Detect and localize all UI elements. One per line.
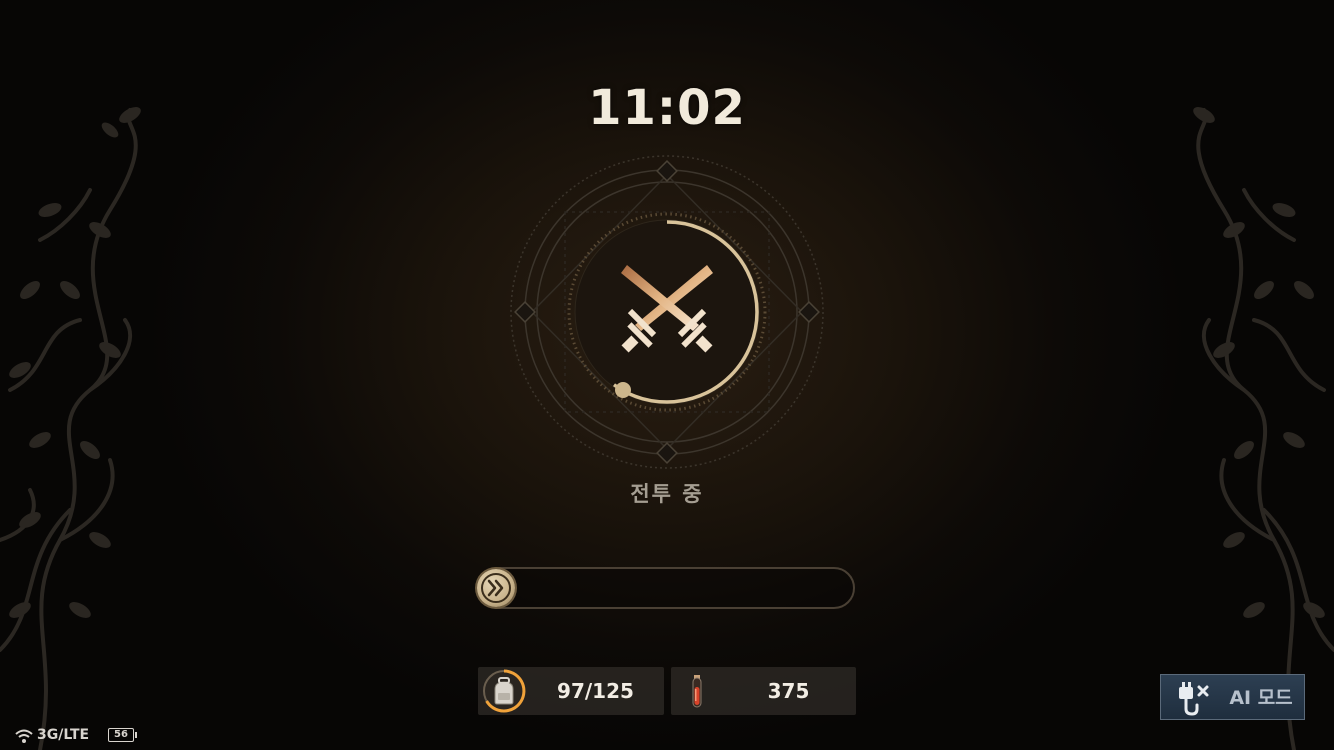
potion-count-box[interactable]: 375: [671, 667, 856, 715]
left-vine-ornament: [0, 107, 141, 750]
fast-forward-progress-bar: [477, 567, 855, 609]
backpack-icon: [483, 669, 526, 713]
inventory-count: 97/125: [557, 679, 634, 703]
network-type: 3G/LTE: [37, 727, 90, 743]
red-potion-icon: [692, 675, 702, 708]
fast-forward-button[interactable]: [477, 569, 515, 607]
potion-count: 375: [767, 679, 810, 703]
wifi-icon: [15, 729, 33, 743]
battle-status-label: 전투 중: [630, 482, 704, 506]
battle-timer: 11:02: [588, 80, 746, 136]
battery-icon: 56: [108, 728, 137, 742]
ai-mode-button[interactable]: AI 모드: [1160, 674, 1305, 720]
battle-screen: 11:02 전투 중 97/125 375 AI 모드 3G/LTE 56: [0, 0, 1334, 750]
fast-forward-icon: [481, 573, 511, 603]
battle-emblem: [510, 155, 824, 469]
unplugged-icon: [1179, 682, 1209, 716]
inventory-capacity[interactable]: 97/125: [478, 667, 664, 715]
battery-level: 56: [114, 729, 128, 740]
ai-mode-label: AI 모드: [1229, 687, 1293, 709]
ring-progress-knob: [615, 382, 631, 398]
right-vine-ornament: [1193, 107, 1334, 750]
